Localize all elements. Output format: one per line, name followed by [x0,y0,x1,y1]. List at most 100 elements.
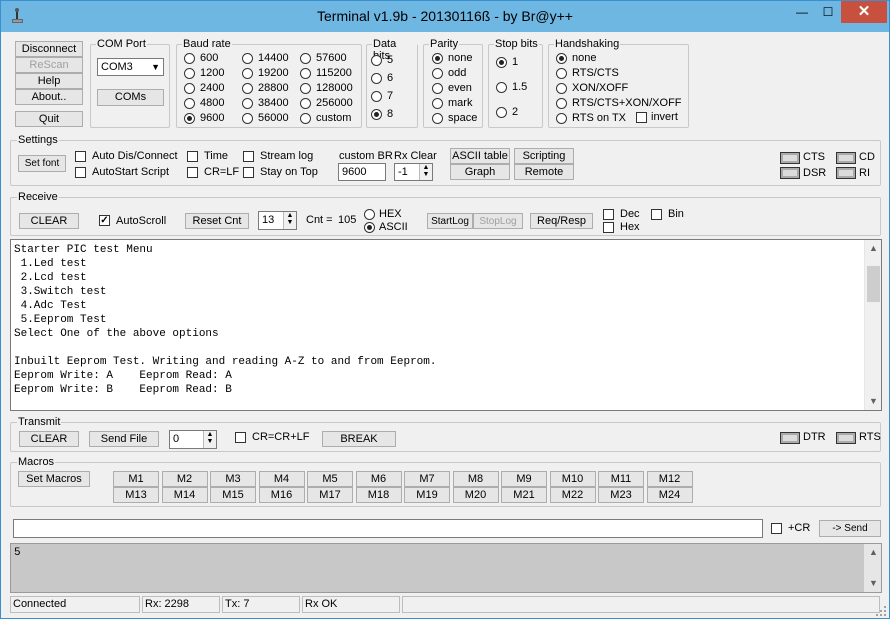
baud-radio-14[interactable] [300,113,311,124]
rescan-button[interactable]: ReScan [15,57,83,73]
receive-scrollbar[interactable]: ▲ ▼ [864,240,881,410]
stream-log-checkbox[interactable] [243,151,254,162]
req-resp-button[interactable]: Req/Resp [530,213,593,229]
macro-button-m20[interactable]: M20 [452,487,499,503]
remote-button[interactable]: Remote [514,164,574,180]
baud-radio-9[interactable] [242,113,253,124]
minimize-button[interactable]: — [789,1,815,23]
disconnect-button[interactable]: Disconnect [15,41,83,57]
transmit-spinner[interactable]: ▲ ▼ [203,431,216,448]
maximize-button[interactable]: ☐ [815,1,841,23]
stop-bits-radio-2[interactable] [496,107,507,118]
dec-checkbox[interactable] [603,209,614,220]
macro-button-m14[interactable]: M14 [161,487,208,503]
handshaking-radio-0[interactable] [556,53,567,64]
graph-button[interactable]: Graph [450,164,510,180]
macro-button-m7[interactable]: M7 [404,471,450,487]
rx-clear-spinner[interactable]: ▲ ▼ [419,164,432,180]
coms-button[interactable]: COMs [97,89,164,106]
macro-button-m13[interactable]: M13 [113,487,159,503]
macro-button-m21[interactable]: M21 [501,487,547,503]
scroll-thumb[interactable] [867,266,880,302]
scroll-down-icon[interactable]: ▼ [865,575,882,592]
resize-grip-icon[interactable] [875,605,887,617]
data-bits-radio-1[interactable] [371,73,382,84]
reset-cnt-button[interactable]: Reset Cnt [185,213,249,229]
send-button[interactable]: -> Send [819,520,881,537]
scroll-up-icon[interactable]: ▲ [865,240,881,257]
stop-bits-radio-1[interactable] [496,82,507,93]
parity-radio-1[interactable] [432,68,443,79]
hex-radio[interactable] [364,209,375,220]
handshaking-radio-3[interactable] [556,98,567,109]
macro-button-m4[interactable]: M4 [258,471,305,487]
macro-button-m11[interactable]: M11 [598,471,644,487]
macro-button-m3[interactable]: M3 [210,471,256,487]
receive-clear-button[interactable]: CLEAR [19,213,79,229]
about-button[interactable]: About.. [15,89,83,105]
handshaking-radio-2[interactable] [556,83,567,94]
transmit-log[interactable]: 5 ▲ ▼ [10,543,882,593]
bin-checkbox[interactable] [651,209,662,220]
macro-button-m10[interactable]: M10 [549,471,596,487]
baud-radio-11[interactable] [300,68,311,79]
handshaking-radio-1[interactable] [556,68,567,79]
stoplog-button[interactable]: StopLog [473,213,523,229]
baud-radio-3[interactable] [184,98,195,109]
time-checkbox[interactable] [187,151,198,162]
macro-button-m19[interactable]: M19 [404,487,450,503]
baud-radio-1[interactable] [184,68,195,79]
transmit-log-scrollbar[interactable]: ▲ ▼ [864,544,881,592]
startlog-button[interactable]: StartLog [427,213,473,229]
stop-bits-radio-0[interactable] [496,57,507,68]
autoscroll-checkbox[interactable]: ✓ [99,215,110,226]
macro-button-m17[interactable]: M17 [307,487,353,503]
data-bits-radio-0[interactable] [371,55,382,66]
scroll-up-icon[interactable]: ▲ [865,544,882,561]
baud-radio-8[interactable] [242,98,253,109]
quit-button[interactable]: Quit [15,111,83,127]
macro-button-m24[interactable]: M24 [646,487,693,503]
title-bar[interactable]: Terminal v1.9b - 20130116ß - by Br@y++ —… [1,1,889,32]
set-macros-button[interactable]: Set Macros [18,471,90,487]
baud-radio-6[interactable] [242,68,253,79]
send-input[interactable] [13,519,763,538]
scroll-down-icon[interactable]: ▼ [865,393,881,410]
macro-button-m22[interactable]: M22 [549,487,596,503]
cnt-spinner[interactable]: ▲ ▼ [283,212,296,229]
parity-radio-3[interactable] [432,98,443,109]
rx-clear-input[interactable]: -1 ▲ ▼ [394,163,433,181]
macro-button-m15[interactable]: M15 [210,487,256,503]
macro-button-m18[interactable]: M18 [355,487,402,503]
baud-radio-7[interactable] [242,83,253,94]
invert-checkbox[interactable] [636,112,647,123]
macro-button-m2[interactable]: M2 [161,471,208,487]
parity-radio-0[interactable] [432,53,443,64]
send-file-button[interactable]: Send File [89,431,159,447]
autostart-script-checkbox[interactable] [75,167,86,178]
cnt-spin-input[interactable]: 13 ▲ ▼ [258,211,297,230]
macro-button-m6[interactable]: M6 [355,471,402,487]
stay-on-top-checkbox[interactable] [243,167,254,178]
scripting-button[interactable]: Scripting [514,148,574,164]
baud-radio-10[interactable] [300,53,311,64]
com-port-select[interactable]: COM3 ▼ [97,58,164,76]
baud-radio-0[interactable] [184,53,195,64]
macro-button-m23[interactable]: M23 [598,487,644,503]
handshaking-radio-4[interactable] [556,113,567,124]
ascii-table-button[interactable]: ASCII table [450,148,510,164]
macro-button-m16[interactable]: M16 [258,487,305,503]
parity-radio-4[interactable] [432,113,443,124]
close-button[interactable]: ✕ [841,1,887,23]
baud-radio-12[interactable] [300,83,311,94]
plus-cr-checkbox[interactable] [771,523,782,534]
hex-checkbox[interactable] [603,222,614,233]
data-bits-radio-2[interactable] [371,91,382,102]
macro-button-m1[interactable]: M1 [113,471,159,487]
custom-br-input[interactable]: 9600 [338,163,386,181]
baud-radio-13[interactable] [300,98,311,109]
cr-crlf-checkbox[interactable] [235,432,246,443]
baud-radio-4[interactable] [184,113,195,124]
auto-dis-connect-checkbox[interactable] [75,151,86,162]
baud-radio-2[interactable] [184,83,195,94]
